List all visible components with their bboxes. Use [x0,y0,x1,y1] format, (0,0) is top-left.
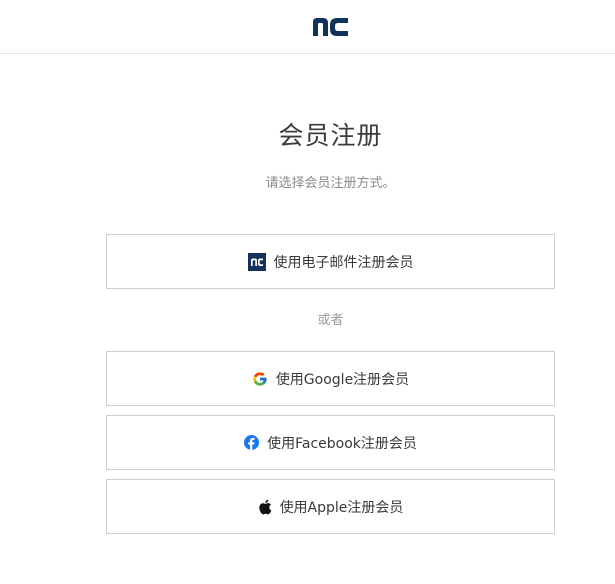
apple-signup-button[interactable]: 使用Apple注册会员 [106,479,555,534]
facebook-signup-button[interactable]: 使用Facebook注册会员 [106,415,555,470]
apple-signup-label: 使用Apple注册会员 [279,499,404,516]
google-signup-label: 使用Google注册会员 [275,371,410,388]
email-signup-label: 使用电子邮件注册会员 [273,254,414,271]
google-icon [252,371,268,387]
google-signup-button[interactable]: 使用Google注册会员 [106,351,555,406]
or-divider-text: 或者 [317,313,344,328]
facebook-icon [244,435,260,450]
page-title: 会员注册 [278,121,383,150]
facebook-signup-label: 使用Facebook注册会员 [267,435,417,452]
nc-logo-icon[interactable] [312,16,350,37]
page-subtitle: 请选择会员注册方式。 [265,176,396,191]
email-signup-button[interactable]: 使用电子邮件注册会员 [106,234,555,289]
nc-logo-icon [247,252,266,271]
apple-icon [258,499,272,515]
top-header [0,0,615,54]
